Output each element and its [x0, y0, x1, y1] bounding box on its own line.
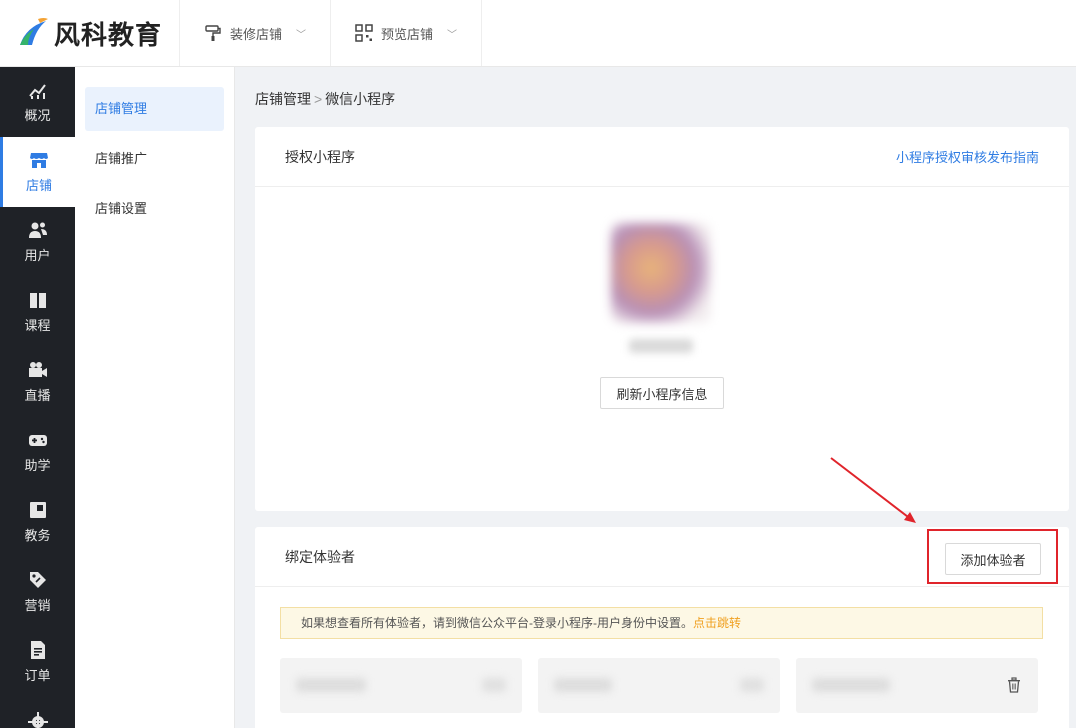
tester-name-blurred — [296, 678, 366, 692]
breadcrumb-separator: > — [314, 91, 323, 107]
subnav-item-store-management[interactable]: 店铺管理 — [85, 87, 224, 131]
subnav-item-store-promotion[interactable]: 店铺推广 — [85, 137, 224, 181]
sidebar-item-overview[interactable]: 概况 — [0, 67, 75, 137]
highlight-box: 添加体验者 — [927, 529, 1058, 584]
sidebar-item-label: 用户 — [24, 248, 51, 263]
gear-icon — [27, 712, 48, 728]
bind-testers-card: 绑定体验者 添加体验者 如果想查看所有体验者，请到微信公众平台-登录小程序-用户… — [255, 527, 1069, 728]
secondary-sidebar: 店铺管理 店铺推广 店铺设置 — [75, 67, 235, 728]
chevron-down-icon: ﹀ — [447, 29, 458, 41]
sidebar-item-academic[interactable]: 教务 — [0, 487, 75, 557]
chevron-down-icon: ﹀ — [296, 29, 307, 41]
sidebar-item-label: 营销 — [24, 598, 51, 613]
sidebar-item-users[interactable]: 用户 — [0, 207, 75, 277]
sidebar-item-store[interactable]: 店铺 — [0, 137, 75, 207]
main-content: 店铺管理 > 微信小程序 授权小程序 小程序授权审核发布指南 刷新小程序信息 绑定体… — [235, 67, 1076, 728]
sidebar-item-label: 概况 — [24, 108, 51, 123]
refresh-miniprogram-button[interactable]: 刷新小程序信息 — [600, 377, 724, 409]
sidebar-item-label: 教务 — [24, 528, 51, 543]
sidebar-item-live[interactable]: 直播 — [0, 347, 75, 417]
sidebar-item-label: 订单 — [24, 668, 51, 683]
brand-logo-icon — [20, 18, 48, 45]
breadcrumb: 店铺管理 > 微信小程序 — [255, 89, 395, 109]
sidebar-item-courses[interactable]: 课程 — [0, 277, 75, 347]
notice-banner: 如果想查看所有体验者，请到微信公众平台-登录小程序-用户身份中设置。点击跳转 — [280, 607, 1043, 639]
publish-guide-link[interactable]: 小程序授权审核发布指南 — [896, 147, 1039, 166]
top-menu-label: 预览店铺 — [381, 26, 434, 42]
notice-text: 如果想查看所有体验者，请到微信公众平台-登录小程序-用户身份中设置。 — [301, 616, 693, 630]
breadcrumb-current: 微信小程序 — [325, 91, 396, 107]
main-sidebar: 概况 店铺 用户 课程 直播 助学 教务 营销 订单 — [0, 67, 75, 728]
chart-trend-icon — [28, 80, 48, 100]
sidebar-item-settings[interactable] — [0, 697, 75, 728]
tag-icon — [28, 570, 48, 590]
top-menu-label: 装修店铺 — [230, 26, 283, 42]
book-icon — [28, 290, 48, 310]
video-camera-icon — [28, 360, 48, 380]
document-icon — [28, 640, 48, 660]
gamepad-icon — [28, 430, 48, 450]
card-title: 绑定体验者 — [285, 548, 355, 565]
miniprogram-qrcode-image — [611, 223, 711, 323]
trash-icon[interactable] — [1006, 677, 1022, 696]
qrcode-icon — [355, 24, 373, 42]
delete-icon-blurred — [482, 678, 506, 692]
top-menu-decorate-store[interactable]: 装修店铺 ﹀ — [180, 0, 332, 66]
breadcrumb-parent[interactable]: 店铺管理 — [255, 91, 311, 107]
brand-name: 风科教育 — [54, 19, 163, 50]
subnav-item-store-settings[interactable]: 店铺设置 — [85, 187, 224, 231]
notice-jump-link[interactable]: 点击跳转 — [693, 616, 741, 630]
card-title: 授权小程序 — [285, 148, 355, 165]
delete-icon-blurred — [740, 678, 764, 692]
store-icon — [29, 150, 49, 170]
add-tester-button[interactable]: 添加体验者 — [945, 543, 1041, 575]
sidebar-item-marketing[interactable]: 营销 — [0, 557, 75, 627]
sidebar-item-label: 助学 — [24, 458, 51, 473]
brand-logo[interactable]: 风科教育 — [0, 0, 180, 66]
sidebar-item-study-aid[interactable]: 助学 — [0, 417, 75, 487]
miniprogram-name-blurred — [629, 339, 693, 353]
tester-name-blurred — [554, 678, 612, 692]
top-menu-preview-store[interactable]: 预览店铺 ﹀ — [331, 0, 483, 66]
tester-name-blurred — [812, 678, 890, 692]
tester-item — [280, 658, 522, 713]
tester-item — [538, 658, 780, 713]
calendar-icon — [28, 500, 48, 520]
top-bar: 风科教育 装修店铺 ﹀ 预览店铺 ﹀ — [0, 0, 1076, 67]
authorize-miniprogram-card: 授权小程序 小程序授权审核发布指南 刷新小程序信息 — [255, 127, 1069, 511]
tester-item — [796, 658, 1038, 713]
sidebar-item-label: 直播 — [24, 388, 51, 403]
sidebar-item-label: 课程 — [24, 318, 51, 333]
card-header: 授权小程序 小程序授权审核发布指南 — [255, 127, 1069, 187]
users-icon — [28, 220, 48, 240]
paint-roller-icon — [204, 24, 222, 42]
sidebar-item-label: 店铺 — [25, 178, 52, 193]
sidebar-item-orders[interactable]: 订单 — [0, 627, 75, 697]
